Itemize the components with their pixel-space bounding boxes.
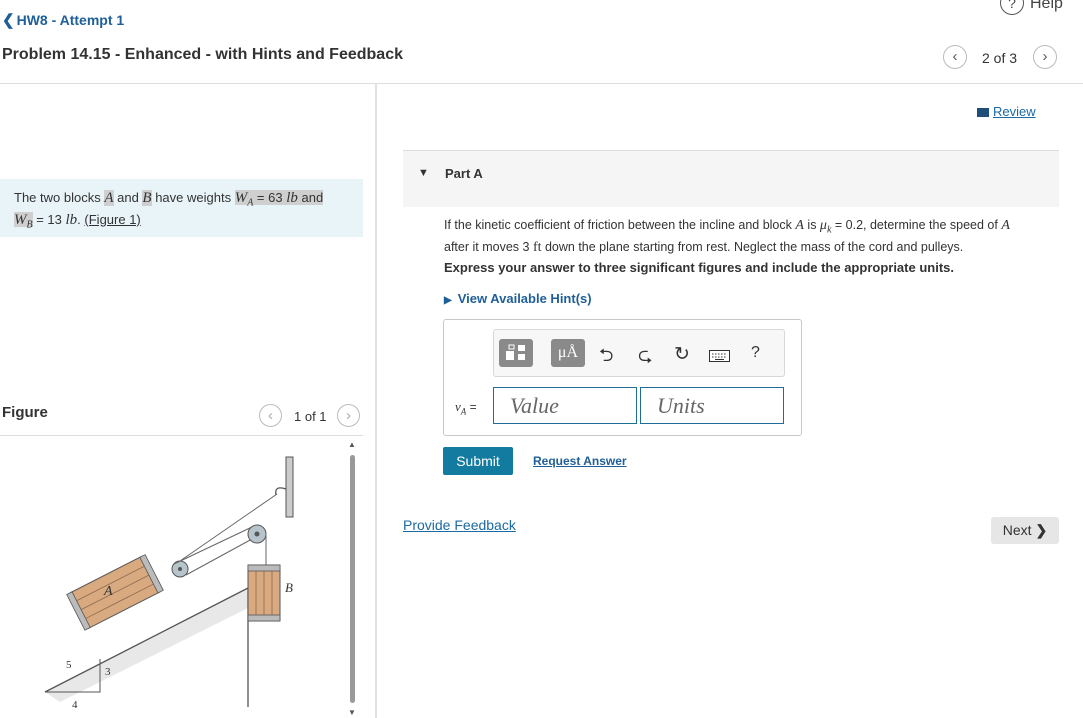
chevron-right-icon: › [346,407,351,424]
statement-text: have weights [151,190,235,205]
submit-button[interactable]: Submit [443,447,513,475]
block-a-symbol: A [104,190,114,206]
chevron-left-icon: ‹ [268,407,273,424]
value-input[interactable]: Value [493,387,637,424]
help-label: Help [1030,0,1063,12]
view-hints-toggle[interactable]: ▶ View Available Hint(s) [444,291,592,306]
keyboard-icon[interactable] [709,349,730,367]
templates-button[interactable] [499,339,533,367]
units-input[interactable]: Units [640,387,784,424]
figure-counter: 1 of 1 [294,409,327,424]
back-to-assignment-link[interactable]: ❮ HW8 - Attempt 1 [2,11,124,29]
previous-problem-button[interactable]: ‹ [943,45,967,69]
weight-b-symbol: W [14,211,27,228]
caret-right-icon: ▶ [444,295,452,306]
statement-text: and [113,190,143,205]
block-a [66,554,164,631]
chevron-left-icon: ❮ [2,12,15,29]
undo-icon[interactable]: ⮌ [599,343,613,373]
redo-icon[interactable]: ⮎ [638,343,652,373]
question-fragment: after it moves 3 [444,239,533,254]
pulley-incline-figure: 5 3 4 A B [44,456,294,711]
question-text: If the kinetic coefficient of friction b… [444,217,1054,256]
scroll-down-arrow-icon[interactable]: ▼ [348,708,356,717]
pulley-top-hub [254,531,260,537]
figure-link[interactable]: (Figure 1) [84,212,140,227]
label-block-b: B [285,580,293,595]
part-a-header[interactable] [403,151,1059,207]
help-icon: ? [1000,0,1024,15]
figure-prev-button[interactable]: ‹ [259,404,282,427]
provide-feedback-link[interactable]: Provide Feedback [403,517,516,533]
problem-statement: The two blocks A and B have weights WA =… [0,179,363,237]
statement-text: and [297,190,324,205]
block-b [247,564,281,622]
problem-title: Problem 14.15 - Enhanced - with Hints an… [2,46,403,63]
equals-sign: = [466,400,477,414]
next-label: Next [1002,522,1032,538]
hints-label: View Available Hint(s) [457,291,592,306]
statement-text: The two blocks [14,190,105,205]
weight-a-symbol: W [234,190,248,206]
label-block-a: A [103,584,113,599]
figure-heading: Figure [2,404,48,421]
slope-label-3: 3 [105,666,111,678]
figure-next-button[interactable]: › [337,404,360,427]
block-a-symbol: A [795,218,804,233]
templates-icon [506,344,525,360]
chevron-right-icon: › [1042,48,1048,65]
chevron-right-icon: ❯ [1035,522,1048,538]
book-icon [977,108,989,118]
question-fragment: = 0.2, determine the speed of [831,218,1002,232]
units-button[interactable]: μÅ [551,339,585,367]
next-button[interactable]: Next ❯ [991,517,1059,544]
caret-down-icon[interactable]: ▼ [418,167,429,179]
request-answer-link[interactable]: Request Answer [533,454,627,468]
header-divider [0,83,1083,84]
statement-text: = 13 [32,211,66,227]
slope-label-5: 5 [66,659,72,671]
answer-variable-label: vA = [455,399,477,417]
back-link-label: HW8 - Attempt 1 [16,12,125,28]
wall-hook [275,487,287,496]
pulley-a-hub [178,567,182,571]
block-b-symbol: B [142,190,152,206]
scroll-up-arrow-icon[interactable]: ▲ [348,440,356,449]
cord [185,538,253,576]
question-fragment: is [803,218,820,232]
wall [285,456,294,518]
reset-icon[interactable]: ↻ [674,343,690,366]
help-question-icon[interactable]: ? [751,344,760,362]
problem-counter: 2 of 3 [982,50,1018,66]
slope-label-4: 4 [72,699,78,711]
statement-text: = 63 [253,190,287,205]
question-fragment: down the plane starting from rest. Negle… [541,239,964,254]
unit-lb: lb [65,211,78,228]
question-fragment: If the kinetic coefficient of friction b… [444,218,796,232]
answer-instructions: Express your answer to three significant… [444,260,954,275]
figure-divider [0,435,363,436]
chevron-left-icon: ‹ [952,48,958,65]
part-a-title: Part A [445,166,483,181]
review-label: Review [993,104,1036,119]
mu-symbol: μ [819,218,827,233]
pane-divider[interactable] [375,84,377,718]
help-button[interactable]: ? Help [1000,0,1063,15]
figure-scrollbar-thumb[interactable] [350,455,355,703]
review-link[interactable]: Review [977,104,1036,119]
unit-ft: ft [532,239,542,255]
next-problem-button[interactable]: › [1033,45,1057,69]
unit-lb: lb [286,190,298,206]
block-a-symbol: A [1001,218,1010,233]
